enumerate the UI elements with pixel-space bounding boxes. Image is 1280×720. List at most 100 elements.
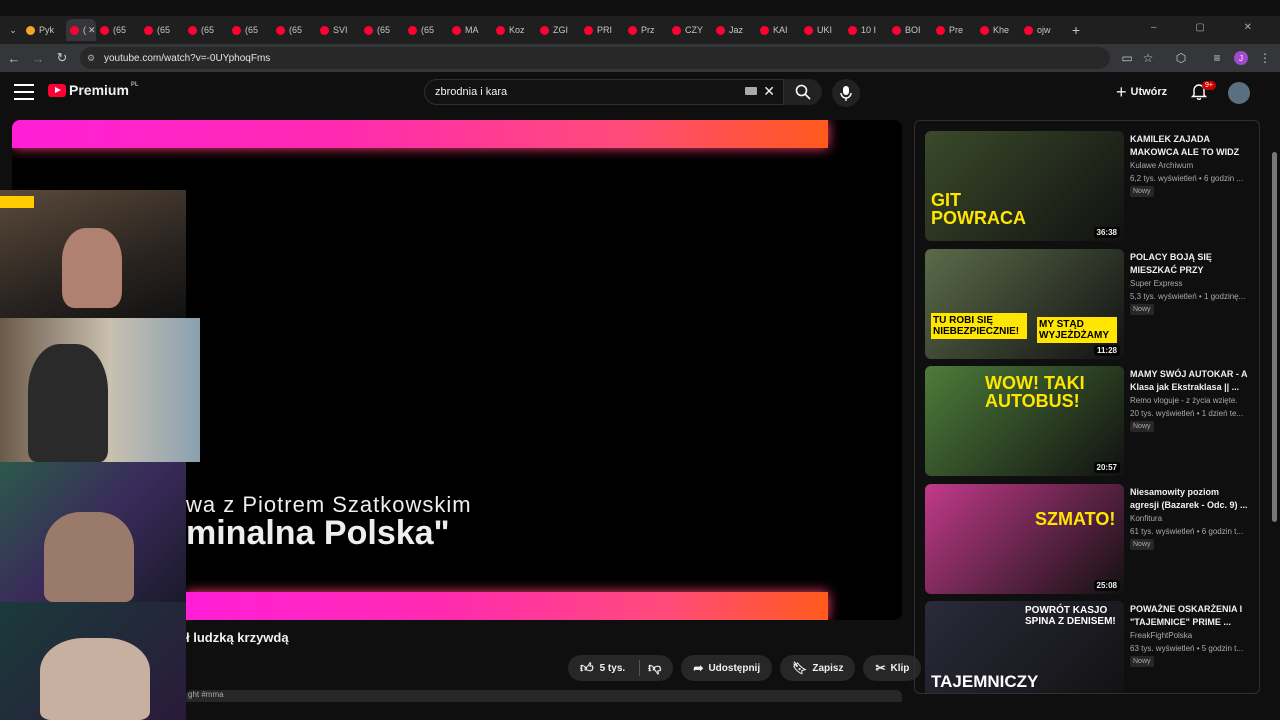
recommendation-title: KAMILEK ZAJADA MAKOWCA ALE TO WIDZ ... <box>1130 134 1240 157</box>
recommendation-title: MAMY SWÓJ AUTOKAR - A Klasa jak Ekstrakl… <box>1130 369 1248 392</box>
voice-search-button[interactable] <box>832 79 860 107</box>
reload-button[interactable]: ↻ <box>50 46 74 70</box>
tab-label: Koz <box>509 25 525 35</box>
browser-tab[interactable]: KAI <box>756 19 800 41</box>
search-button[interactable] <box>784 79 822 105</box>
tab-label: (65 <box>289 25 303 35</box>
browser-tab[interactable]: ojw <box>1020 19 1064 41</box>
browser-tab[interactable]: (65 <box>404 19 448 41</box>
channel-name[interactable]: Super Express <box>1130 279 1182 288</box>
description-box[interactable]: ght #mma <box>186 690 902 702</box>
video-overlay-title: minalna Polska" <box>186 514 450 552</box>
youtube-logo[interactable]: Premium PL <box>48 82 139 98</box>
tab-label: SVI <box>333 25 348 35</box>
clip-button[interactable]: ✂ Klip <box>863 655 922 681</box>
browser-tab[interactable]: (65 <box>96 19 140 41</box>
browser-tab[interactable]: (65 <box>184 19 228 41</box>
new-tab-button[interactable]: + <box>1064 18 1088 42</box>
streamer-figure <box>28 344 108 462</box>
plus-icon: + <box>1116 81 1127 102</box>
video-title: ł ludzką krzywdą <box>186 630 289 645</box>
back-button[interactable]: ← <box>2 46 26 70</box>
profile-avatar[interactable]: J <box>1230 47 1252 69</box>
browser-menu-icon[interactable]: ⋮ <box>1254 47 1276 69</box>
search-input[interactable]: zbrodnia i kara ✕ <box>424 79 784 105</box>
browser-tab[interactable]: Jaz <box>712 19 756 41</box>
browser-tab[interactable]: Koz <box>492 19 536 41</box>
recommendation-item[interactable]: SZMATO! 25:08 Niesamowity poziom agresji (… <box>925 483 1251 594</box>
browser-tab[interactable]: MA <box>448 19 492 41</box>
channel-name[interactable]: Kulawe Archiwum <box>1130 161 1193 170</box>
browser-tab[interactable]: SVI <box>316 19 360 41</box>
streamer-figure <box>44 512 134 602</box>
thumbnail-caption-secondary: MY STĄD WYJEŻDŻAMY <box>1037 316 1117 343</box>
browser-tab[interactable]: Prz <box>624 19 668 41</box>
like-button[interactable]: 👍︎ 5 tys. 👎︎ <box>568 655 674 681</box>
bookmark-star-icon[interactable]: ☆ <box>1137 47 1159 69</box>
video-thumbnail[interactable]: SZMATO! 25:08 <box>925 483 1124 594</box>
forward-button[interactable]: → <box>26 46 50 70</box>
tab-favicon-icon <box>936 25 945 35</box>
recommendation-item[interactable]: WOW! TAKI AUTOBUS! 20:57 MAMY SWÓJ AUTOKAR… <box>925 366 1251 476</box>
browser-tab[interactable]: PRI <box>580 19 624 41</box>
recommendation-item[interactable]: GIT POWRACA 36:38 KAMILEK ZAJADA MAKOWCA A… <box>925 131 1251 241</box>
webcam-overlay-3 <box>0 462 186 602</box>
tab-label: KAI <box>773 25 788 35</box>
extensions-icon[interactable]: ⬡ <box>1170 47 1192 69</box>
webcam-overlay-1 <box>0 190 186 318</box>
browser-tab[interactable]: BOI <box>888 19 932 41</box>
video-duration: 11:28 <box>1093 344 1120 356</box>
youtube-page: Premium PL zbrodnia i kara ✕ + Utwórz 9+… <box>0 72 1280 720</box>
account-avatar[interactable] <box>1228 82 1250 104</box>
recommendations-panel: GIT POWRACA 36:38 KAMILEK ZAJADA MAKOWCA A… <box>914 120 1260 694</box>
notification-count-badge: 9+ <box>1202 81 1216 90</box>
thumbnail-caption: SZMATO! <box>1035 508 1116 529</box>
channel-name[interactable]: FreakFightPolska <box>1130 631 1192 640</box>
new-badge: Nowy <box>1130 186 1154 197</box>
close-tab-icon[interactable]: ✕ <box>88 25 96 36</box>
browser-tab[interactable]: (65 <box>272 19 316 41</box>
tab-label: (65 <box>421 25 435 35</box>
browser-tab[interactable]: 10 I <box>844 19 888 41</box>
keyboard-icon[interactable] <box>745 87 757 95</box>
clear-search-icon[interactable]: ✕ <box>763 83 775 100</box>
video-thumbnail[interactable]: TAJEMNICZY POWRÓT KASJO SPINA Z DENISEM! <box>925 601 1124 693</box>
channel-name[interactable]: Konfitura <box>1130 514 1162 523</box>
browser-tab[interactable]: (65 <box>228 19 272 41</box>
tab-label: PRI <box>597 25 613 35</box>
url-text: youtube.com/watch?v=-0UYphoqFms <box>104 52 271 64</box>
browser-tab[interactable]: ZGI <box>536 19 580 41</box>
video-thumbnail[interactable]: TU ROBI SIĘ NIEBEZPIECZNIE! MY STĄD WYJEŻ… <box>925 248 1124 359</box>
browser-tab[interactable]: (65 <box>140 19 184 41</box>
browser-tab-strip: ⌄ Pyk(✕ (65 (65 (65 (65 (65 SVI (65 (65 MA Koz ZGI P… <box>0 16 1280 44</box>
page-scrollbar[interactable] <box>1272 152 1277 522</box>
browser-tab[interactable]: Pre <box>932 19 976 41</box>
recommendation-item[interactable]: TAJEMNICZY POWRÓT KASJO SPINA Z DENISEM! P… <box>925 601 1251 693</box>
tab-favicon-icon <box>26 25 35 35</box>
media-control-icon[interactable]: ≡ <box>1206 47 1228 69</box>
browser-tab[interactable]: Khe <box>976 19 1020 41</box>
browser-tab[interactable]: (65 <box>360 19 404 41</box>
browser-tab[interactable]: (✕ <box>66 19 96 41</box>
browser-tab[interactable]: CZY <box>668 19 712 41</box>
create-button[interactable]: + Utwórz <box>1116 79 1167 105</box>
cast-icon[interactable]: ▭ <box>1116 47 1138 69</box>
tab-list: Pyk (✕ (65 (65 (65 (65 (65 SVI (65 (65 MA Koz ZGI PRI… <box>22 19 1064 41</box>
site-info-icon[interactable]: ⚙ <box>87 53 95 64</box>
video-bottom-band <box>186 592 828 620</box>
video-thumbnail[interactable]: WOW! TAKI AUTOBUS! 20:57 <box>925 366 1124 476</box>
hamburger-menu-icon[interactable] <box>14 84 34 100</box>
tab-search-icon[interactable]: ⌄ <box>4 18 22 42</box>
tab-favicon-icon <box>452 25 461 35</box>
omnibox[interactable]: ⚙ youtube.com/watch?v=-0UYphoqFms <box>80 47 1110 69</box>
recommendation-item[interactable]: TU ROBI SIĘ NIEBEZPIECZNIE! MY STĄD WYJEŻ… <box>925 248 1251 359</box>
share-button[interactable]: ➦ Udostępnij <box>681 655 773 681</box>
thumbs-down-icon[interactable]: 👎︎ <box>639 660 661 676</box>
video-thumbnail[interactable]: GIT POWRACA 36:38 <box>925 131 1124 241</box>
tab-favicon-icon <box>70 25 79 35</box>
thumbnail-caption: TAJEMNICZY <box>931 672 1039 691</box>
save-button[interactable]: 🔖︎ Zapisz <box>780 655 856 681</box>
browser-tab[interactable]: Pyk <box>22 19 66 41</box>
channel-name[interactable]: Remo vloguje - z życia wzięte. <box>1130 396 1238 405</box>
browser-tab[interactable]: UKI <box>800 19 844 41</box>
